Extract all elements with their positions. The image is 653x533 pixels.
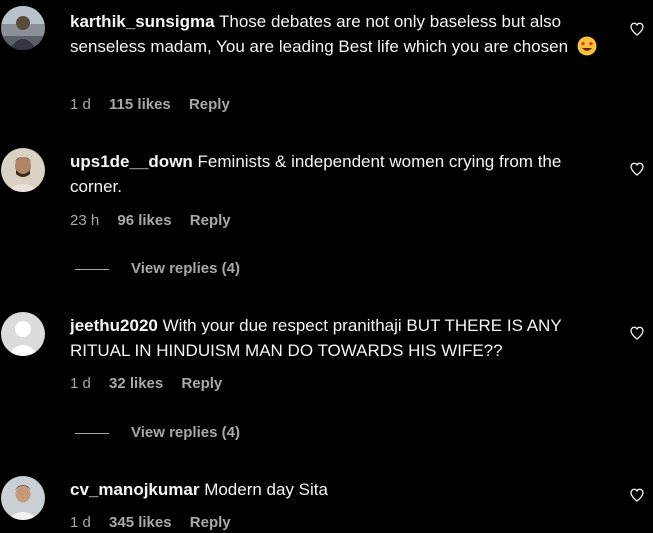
replies-divider [75, 268, 109, 270]
comment-time[interactable]: 1 d [70, 375, 91, 392]
comment-item: karthik_sunsigma Those debates are not o… [0, 0, 653, 125]
star-struck-emoji-icon [577, 36, 597, 56]
comment-likes[interactable]: 96 likes [117, 212, 171, 229]
comment-username[interactable]: jeethu2020 [70, 316, 158, 335]
comment-username[interactable]: karthik_sunsigma [70, 12, 215, 31]
comment-body: karthik_sunsigma Those debates are not o… [70, 9, 615, 59]
view-replies-button[interactable]: View replies (4) [75, 423, 240, 443]
comment-meta: 1 d 115 likes Reply [70, 95, 244, 115]
like-heart-icon[interactable] [629, 161, 645, 177]
comment-likes[interactable]: 345 likes [109, 514, 172, 531]
view-replies-label: View replies (4) [131, 260, 240, 277]
like-heart-icon[interactable] [629, 325, 645, 341]
comment-item: cv_manojkumar Modern day Sita 1 d 345 li… [0, 468, 653, 531]
reply-button[interactable]: Reply [190, 514, 231, 531]
comment-item: jeethu2020 With your due respect pranith… [0, 304, 653, 454]
avatar[interactable] [1, 476, 45, 520]
comment-time[interactable]: 23 h [70, 212, 99, 229]
comment-item: ups1de__down Feminists & independent wom… [0, 140, 653, 290]
user-photo-icon [1, 6, 45, 50]
avatar[interactable] [1, 6, 45, 50]
user-photo-icon [1, 148, 45, 192]
view-replies-label: View replies (4) [131, 424, 240, 441]
comment-likes[interactable]: 32 likes [109, 375, 163, 392]
comment-meta: 1 d 345 likes Reply [70, 513, 245, 533]
comment-text: Modern day Sita [204, 480, 328, 499]
view-replies-button[interactable]: View replies (4) [75, 259, 240, 279]
comment-username[interactable]: ups1de__down [70, 152, 193, 171]
like-heart-icon[interactable] [629, 487, 645, 503]
comment-time[interactable]: 1 d [70, 96, 91, 113]
default-avatar-icon [1, 312, 45, 356]
replies-divider [75, 432, 109, 434]
user-photo-icon [1, 476, 45, 520]
comment-body: cv_manojkumar Modern day Sita [70, 477, 615, 502]
comment-body: jeethu2020 With your due respect pranith… [70, 313, 615, 363]
comment-meta: 1 d 32 likes Reply [70, 374, 236, 394]
reply-button[interactable]: Reply [189, 96, 230, 113]
avatar[interactable] [1, 312, 45, 356]
reply-button[interactable]: Reply [181, 375, 222, 392]
comment-meta: 23 h 96 likes Reply [70, 211, 245, 231]
like-heart-icon[interactable] [629, 21, 645, 37]
comment-likes[interactable]: 115 likes [109, 96, 171, 113]
comment-time[interactable]: 1 d [70, 514, 91, 531]
reply-button[interactable]: Reply [190, 212, 231, 229]
comment-body: ups1de__down Feminists & independent wom… [70, 149, 615, 199]
comment-username[interactable]: cv_manojkumar [70, 480, 199, 499]
avatar[interactable] [1, 148, 45, 192]
